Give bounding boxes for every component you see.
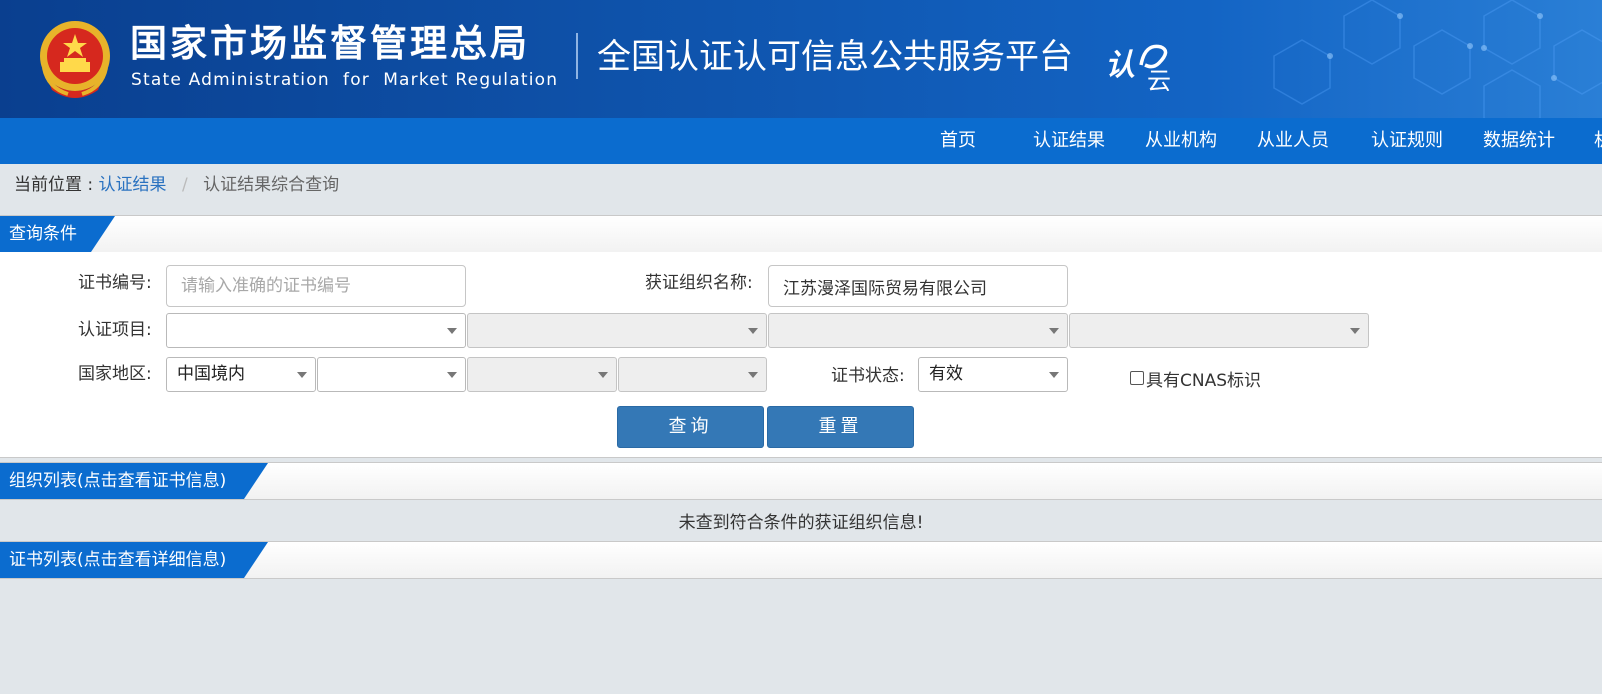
logo-char-yun: 云 — [1147, 67, 1171, 91]
org-name-label: 获证组织名称: — [645, 273, 753, 293]
org-name-cn: 国家市场监督管理总局 — [130, 22, 530, 65]
region-select-province[interactable] — [317, 357, 466, 392]
renyun-logo-icon: 认 云 — [1105, 44, 1171, 91]
main-nav: 首页 认证结果 从业机构 从业人员 认证规则 数据统计 机 — [0, 118, 1602, 164]
breadcrumb-separator: / — [181, 175, 188, 195]
nav-home[interactable]: 首页 — [940, 118, 976, 164]
project-label: 认证项目: — [78, 320, 152, 340]
project-select-3[interactable] — [768, 313, 1068, 348]
select-value: 中国境内 — [177, 364, 245, 384]
nav-cert-rules[interactable]: 认证规则 — [1371, 118, 1443, 164]
header-divider — [576, 33, 578, 79]
breadcrumb-link-cert-results[interactable]: 认证结果 — [99, 175, 167, 195]
cert-list-title: 证书列表(点击查看详细信息) — [0, 542, 268, 578]
cert-list-section-header: 证书列表(点击查看详细信息) — [0, 541, 1602, 579]
chevron-down-icon — [598, 372, 608, 378]
cnas-checkbox-label: 具有CNAS标识 — [1146, 371, 1262, 391]
project-select-1[interactable] — [166, 313, 466, 348]
nav-more-truncated[interactable]: 机 — [1594, 118, 1602, 164]
breadcrumb: 当前位置 : 认证结果 / 认证结果综合查询 — [14, 172, 339, 198]
org-name-input[interactable] — [768, 265, 1068, 307]
platform-title: 全国认证认可信息公共服务平台 — [597, 37, 1073, 77]
nav-cert-results[interactable]: 认证结果 — [1033, 118, 1105, 164]
site-header: 国家市场监督管理总局 State Administration for Mark… — [0, 0, 1602, 118]
region-select-city[interactable] — [467, 357, 617, 392]
cnas-checkbox[interactable] — [1130, 371, 1144, 385]
chevron-down-icon — [447, 372, 457, 378]
select-value: 有效 — [929, 364, 963, 384]
org-name-en: State Administration for Market Regulati… — [131, 70, 559, 90]
query-section-title: 查询条件 — [0, 216, 115, 252]
query-section-header: 查询条件 — [0, 215, 1602, 253]
nav-institutions[interactable]: 从业机构 — [1145, 118, 1217, 164]
chevron-down-icon — [748, 372, 758, 378]
query-button[interactable]: 查询 — [617, 406, 764, 448]
chevron-down-icon — [748, 328, 758, 334]
cnas-checkbox-wrapper[interactable]: 具有CNAS标识 — [1130, 366, 1261, 391]
chevron-down-icon — [1049, 372, 1059, 378]
chevron-down-icon — [297, 372, 307, 378]
project-select-2[interactable] — [467, 313, 767, 348]
region-select-country[interactable]: 中国境内 — [166, 357, 316, 392]
region-label: 国家地区: — [78, 364, 152, 384]
breadcrumb-label: 当前位置 : — [14, 175, 94, 195]
national-emblem-icon — [40, 21, 110, 98]
reset-button[interactable]: 重置 — [767, 406, 914, 448]
chevron-down-icon — [1350, 328, 1360, 334]
nav-personnel[interactable]: 从业人员 — [1257, 118, 1329, 164]
region-select-district[interactable] — [618, 357, 767, 392]
nav-statistics[interactable]: 数据统计 — [1483, 118, 1555, 164]
status-label: 证书状态: — [831, 366, 905, 386]
org-list-section-header: 组织列表(点击查看证书信息) — [0, 462, 1602, 500]
status-select[interactable]: 有效 — [918, 357, 1068, 392]
hexagon-pattern-decoration — [1273, 0, 1602, 118]
breadcrumb-current: 认证结果综合查询 — [203, 175, 340, 195]
cert-no-input[interactable] — [166, 265, 466, 307]
org-list-title: 组织列表(点击查看证书信息) — [0, 463, 268, 499]
org-list-empty-message: 未查到符合条件的获证组织信息! — [0, 506, 1602, 540]
cert-no-label: 证书编号: — [78, 273, 152, 293]
chevron-down-icon — [447, 328, 457, 334]
project-select-4[interactable] — [1069, 313, 1369, 348]
chevron-down-icon — [1049, 328, 1059, 334]
logo-char-ren: 认 — [1105, 48, 1135, 83]
